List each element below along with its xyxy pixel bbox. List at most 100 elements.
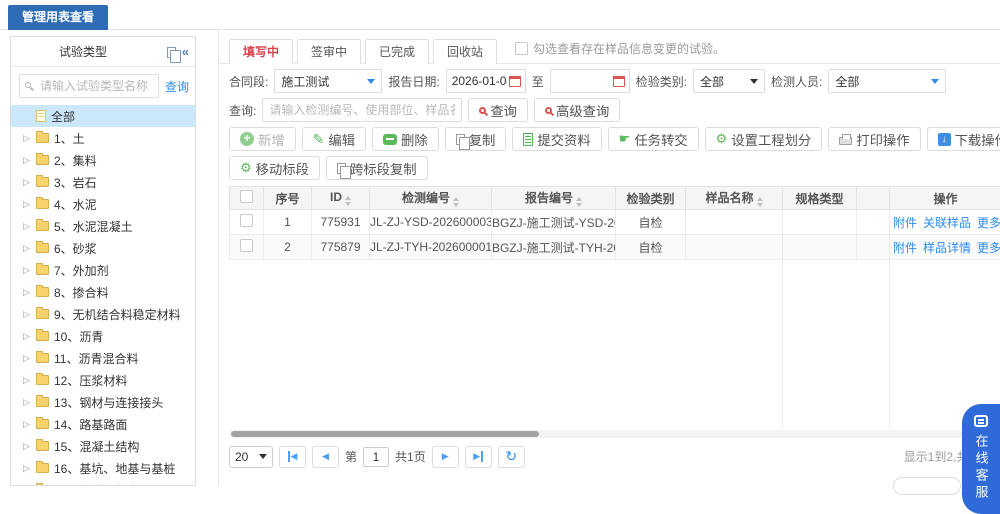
first-page-button[interactable]: ◀ xyxy=(279,446,306,468)
attachment-link[interactable]: 附件 xyxy=(893,241,917,255)
last-page-button[interactable]: ▶ xyxy=(465,446,492,468)
cross-section-copy-label: 跨标段复制 xyxy=(350,159,417,178)
sort-icon[interactable] xyxy=(345,196,351,206)
tab-filling[interactable]: 填写中 xyxy=(229,39,293,64)
move-section-button[interactable]: 移动标段 xyxy=(229,156,320,180)
tree-item[interactable]: ▷1、土 xyxy=(11,127,195,149)
tree-item[interactable]: ▷17、统计分析表 xyxy=(11,479,195,486)
tree-item[interactable]: ▷12、压浆材料 xyxy=(11,369,195,391)
tab-reviewing[interactable]: 签审中 xyxy=(297,39,361,64)
select-all-checkbox[interactable] xyxy=(240,190,253,203)
page-size-select[interactable]: 20 xyxy=(229,446,273,468)
tab-recycle-bin[interactable]: 回收站 xyxy=(433,39,497,64)
tree-item-all[interactable]: 全部 xyxy=(11,105,195,127)
copy-button[interactable]: 复制 xyxy=(445,127,507,151)
test-type-search-input[interactable] xyxy=(19,74,159,98)
person-select[interactable]: 全部 xyxy=(828,69,946,93)
tree-item[interactable]: ▷4、水泥 xyxy=(11,193,195,215)
tree-item[interactable]: ▷8、掺合料 xyxy=(11,281,195,303)
date-from-field[interactable] xyxy=(446,69,526,93)
tree-item[interactable]: ▷6、砂浆 xyxy=(11,237,195,259)
pencil-icon xyxy=(313,131,325,148)
variation-checkbox[interactable] xyxy=(515,42,528,55)
tree-item[interactable]: ▷16、基坑、地基与基桩 xyxy=(11,457,195,479)
col-sample[interactable]: 样品名称 xyxy=(686,187,783,210)
project-division-label: 设置工程划分 xyxy=(731,130,811,149)
submit-data-button[interactable]: 提交资料 xyxy=(512,127,601,151)
tab-completed[interactable]: 已完成 xyxy=(365,39,429,64)
expand-arrow-icon[interactable]: ▷ xyxy=(23,199,31,210)
tree-item[interactable]: ▷5、水泥混凝土 xyxy=(11,215,195,237)
row-checkbox[interactable] xyxy=(240,239,253,252)
prev-page-button[interactable]: ◀ xyxy=(312,446,339,468)
date-to-field[interactable] xyxy=(550,69,630,93)
category-select[interactable]: 全部 xyxy=(693,69,765,93)
expand-arrow-icon[interactable]: ▷ xyxy=(23,331,31,342)
window-tab[interactable]: 管理用表查看 xyxy=(8,5,108,30)
expand-arrow-icon[interactable]: ▷ xyxy=(23,419,31,430)
cross-section-copy-button[interactable]: 跨标段复制 xyxy=(326,156,428,180)
sample-detail-link[interactable]: 样品详情 xyxy=(923,241,971,255)
more-link[interactable]: 更多 xyxy=(977,216,1000,230)
tree-item[interactable]: ▷2、集料 xyxy=(11,149,195,171)
tree-item[interactable]: ▷15、混凝土结构 xyxy=(11,435,195,457)
tree-item[interactable]: ▷7、外加剂 xyxy=(11,259,195,281)
expand-arrow-icon[interactable]: ▷ xyxy=(23,243,31,254)
expand-arrow-icon[interactable]: ▷ xyxy=(23,287,31,298)
calendar-icon[interactable] xyxy=(613,76,625,87)
query-button[interactable]: 查询 xyxy=(468,98,528,122)
more-link[interactable]: 更多 xyxy=(977,241,1000,255)
tree-item[interactable]: ▷3、岩石 xyxy=(11,171,195,193)
tree-item[interactable]: ▷9、无机结合料稳定材料 xyxy=(11,303,195,325)
download-actions-button[interactable]: 下载操作 xyxy=(927,127,1000,151)
sort-icon[interactable] xyxy=(757,197,763,207)
table-row[interactable]: 2 775879 JL-ZJ-TYH-202600001 BGZJ-施工测试-T… xyxy=(230,235,1000,260)
horizontal-scrollbar[interactable] xyxy=(229,430,1000,438)
query-input[interactable] xyxy=(262,98,462,122)
next-page-button[interactable]: ▶ xyxy=(432,446,459,468)
col-test-no[interactable]: 检测编号 xyxy=(370,187,492,210)
print-actions-button[interactable]: 打印操作 xyxy=(828,127,920,151)
tree-item[interactable]: ▷13、钢材与连接接头 xyxy=(11,391,195,413)
expand-arrow-icon[interactable]: ▷ xyxy=(23,221,31,232)
expand-arrow-icon[interactable]: ▷ xyxy=(23,177,31,188)
calendar-icon[interactable] xyxy=(509,76,521,87)
expand-arrow-icon[interactable]: ▷ xyxy=(23,375,31,386)
expand-arrow-icon[interactable]: ▷ xyxy=(23,265,31,276)
expand-arrow-icon[interactable]: ▷ xyxy=(23,463,31,474)
tree-item[interactable]: ▷11、沥青混合料 xyxy=(11,347,195,369)
expand-arrow-icon[interactable]: ▷ xyxy=(23,309,31,320)
cell-sample xyxy=(686,235,783,260)
edit-button[interactable]: 编辑 xyxy=(302,127,366,151)
expand-arrow-icon[interactable]: ▷ xyxy=(23,353,31,364)
attachment-link[interactable]: 附件 xyxy=(893,216,917,230)
refresh-button[interactable] xyxy=(498,446,525,468)
project-division-button[interactable]: 设置工程划分 xyxy=(705,127,823,151)
expand-arrow-icon[interactable]: ▷ xyxy=(23,441,31,452)
tree-item[interactable]: ▷14、路基路面 xyxy=(11,413,195,435)
expand-arrow-icon[interactable]: ▷ xyxy=(23,133,31,144)
table-row[interactable]: 1 775931 JL-ZJ-YSD-202600003 BGZJ-施工测试-Y… xyxy=(230,210,1000,235)
online-service-panel[interactable]: 在线客服 xyxy=(962,404,1000,514)
collapse-sidebar-icon[interactable]: « xyxy=(182,37,189,67)
cell-seq: 1 xyxy=(264,210,312,235)
tree-item[interactable]: ▷10、沥青 xyxy=(11,325,195,347)
task-transfer-button[interactable]: 任务转交 xyxy=(608,127,699,151)
current-page-input[interactable] xyxy=(363,447,389,467)
contract-select[interactable]: 施工测试 xyxy=(274,69,382,93)
scrollbar-thumb[interactable] xyxy=(231,431,539,437)
sort-icon[interactable] xyxy=(453,197,459,207)
expand-arrow-icon[interactable]: ▷ xyxy=(23,397,31,408)
col-report-no[interactable]: 报告编号 xyxy=(492,187,616,210)
cell-ops: 附件关联样品更多 xyxy=(890,210,1000,235)
expand-arrow-icon[interactable]: ▷ xyxy=(23,155,31,166)
add-button[interactable]: 新增 xyxy=(229,127,296,151)
row-checkbox[interactable] xyxy=(240,214,253,227)
sort-icon[interactable] xyxy=(576,197,582,207)
delete-button[interactable]: 删除 xyxy=(372,127,439,151)
layers-icon[interactable] xyxy=(167,47,176,58)
advanced-query-button[interactable]: 高级查询 xyxy=(534,98,620,122)
sidebar-search-button[interactable]: 查询 xyxy=(165,78,189,95)
col-id[interactable]: ID xyxy=(312,187,370,210)
related-sample-link[interactable]: 关联样品 xyxy=(923,216,971,230)
